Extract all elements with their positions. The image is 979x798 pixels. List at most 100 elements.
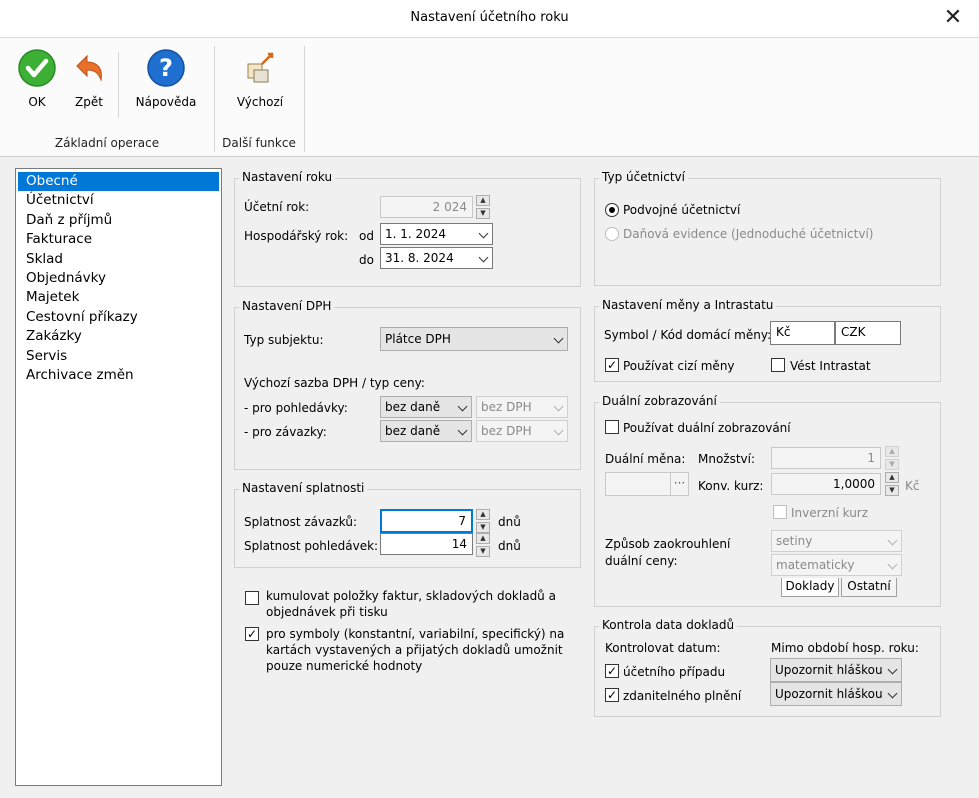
chevron-down-icon: [553, 425, 564, 436]
chevron-down-icon: [478, 252, 489, 263]
accounting-case-action-value: Upozornit hláškou: [775, 663, 883, 677]
numeric-symbols-checkbox[interactable]: ✓: [245, 627, 259, 641]
conversion-rate-label: Konv. kurz:: [698, 479, 764, 493]
cumulate-checkbox[interactable]: [245, 591, 259, 605]
nav-item-servis[interactable]: Servis: [18, 347, 219, 366]
chevron-down-icon: [887, 559, 898, 570]
nav-item-ucetnictvi[interactable]: Účetnictví: [18, 191, 219, 210]
ok-label: OK: [28, 95, 46, 109]
payables-type-value: bez DPH: [481, 424, 532, 438]
receivables-label: - pro pohledávky:: [244, 401, 348, 415]
ok-button[interactable]: OK: [14, 48, 60, 109]
subject-type-select[interactable]: Plátce DPH: [380, 327, 568, 351]
accounting-type-title: Typ účetnictví: [599, 170, 688, 184]
default-label: Výchozí: [236, 95, 284, 109]
date-control-title: Kontrola data dokladů: [599, 618, 738, 632]
conversion-rate-spinner[interactable]: ▲ ▼: [885, 472, 899, 496]
nav-item-obecne[interactable]: Obecné: [18, 172, 219, 191]
inverse-rate-checkbox[interactable]: [773, 505, 787, 519]
group-separator: [304, 46, 305, 152]
chevron-down-icon: [553, 401, 564, 412]
from-label: od: [359, 229, 374, 243]
dual-currency-label: Duální měna:: [605, 452, 686, 466]
foreign-currency-label: Používat cizí měny: [623, 359, 735, 373]
currency-symbol-label: Symbol / Kód domácí měny:: [604, 328, 772, 342]
taxable-supply-checkbox[interactable]: ✓: [605, 688, 619, 702]
payables-rate-select[interactable]: bez daně: [380, 420, 472, 442]
title-bar: Nastavení účetního roku ✕: [0, 0, 979, 38]
back-button[interactable]: Zpět: [66, 48, 112, 109]
nav-item-zakazky[interactable]: Zakázky: [18, 327, 219, 346]
chevron-down-icon: [553, 333, 564, 344]
currency-symbol-input[interactable]: Kč: [770, 321, 835, 345]
double-entry-radio[interactable]: [605, 203, 619, 217]
nav-item-majetek[interactable]: Majetek: [18, 288, 219, 307]
default-button[interactable]: Výchozí: [226, 48, 294, 109]
dual-currency-browse-button[interactable]: ···: [670, 472, 689, 496]
conversion-rate-input[interactable]: 1,0000: [771, 473, 881, 495]
taxable-supply-label: zdanitelného plnění: [623, 689, 742, 703]
close-icon[interactable]: ✕: [938, 4, 968, 34]
to-date-picker[interactable]: 31. 8. 2024: [380, 247, 493, 269]
rounding-method-select[interactable]: matematicky: [771, 554, 902, 576]
accounting-case-checkbox[interactable]: ✓: [605, 664, 619, 678]
receivables-type-select[interactable]: bez DPH: [476, 396, 568, 418]
intrastat-label: Vést Intrastat: [790, 359, 871, 373]
svg-text:?: ?: [159, 54, 173, 82]
help-button[interactable]: ? Nápověda: [128, 48, 204, 109]
quantity-spinner[interactable]: ▲ ▼: [885, 446, 899, 470]
nav-item-cestovni-prikazy[interactable]: Cestovní příkazy: [18, 308, 219, 327]
window-title: Nastavení účetního roku: [410, 10, 569, 25]
check-icon: [18, 49, 56, 87]
payables-label: - pro závazky:: [244, 425, 327, 439]
taxable-supply-action-select[interactable]: Upozornit hláškou: [770, 682, 902, 706]
fiscal-year-label: Účetní rok:: [244, 200, 310, 214]
rounding-select[interactable]: setiny: [771, 530, 902, 552]
fiscal-year-spinner[interactable]: ▲ ▼: [476, 195, 490, 219]
foreign-currency-checkbox[interactable]: ✓: [605, 358, 619, 372]
payables-due-label: Splatnost závazků:: [244, 515, 357, 529]
receivables-type-value: bez DPH: [481, 400, 532, 414]
currency-title: Nastavení měny a Intrastatu: [599, 298, 777, 312]
receivables-rate-select[interactable]: bez daně: [380, 396, 472, 418]
tax-records-label: Daňová evidence (Jednoduché účetnictví): [623, 227, 874, 241]
section-list[interactable]: Obecné Účetnictví Daň z příjmů Fakturace…: [15, 168, 222, 786]
intrastat-checkbox[interactable]: [771, 358, 785, 372]
tab-other[interactable]: Ostatní: [841, 578, 897, 597]
chevron-down-icon: [887, 664, 898, 675]
group-label-other: Další funkce: [222, 136, 296, 150]
nav-item-archivace-zmen[interactable]: Archivace změn: [18, 366, 219, 385]
rounding-label: Způsob zaokrouhlení duální ceny:: [605, 537, 731, 568]
subject-type-label: Typ subjektu:: [244, 333, 324, 347]
dual-display-checkbox[interactable]: [605, 420, 619, 434]
receivables-due-input[interactable]: 14: [380, 533, 473, 555]
currency-code-input[interactable]: CZK: [835, 321, 901, 345]
chevron-down-icon: [457, 401, 468, 412]
payables-type-select[interactable]: bez DPH: [476, 420, 568, 442]
double-entry-label: Podvojné účetnictví: [623, 203, 741, 217]
chevron-down-icon: [887, 688, 898, 699]
nav-item-dan-z-prijmu[interactable]: Daň z příjmů: [18, 211, 219, 230]
nav-item-fakturace[interactable]: Fakturace: [18, 230, 219, 249]
undo-arrow-icon: [76, 54, 102, 82]
help-icon: ?: [147, 49, 185, 87]
accounting-case-action-select[interactable]: Upozornit hláškou: [770, 658, 902, 682]
payables-due-input[interactable]: 7: [380, 509, 473, 533]
dual-currency-input[interactable]: [605, 472, 671, 496]
rounding-method-value: matematicky: [776, 558, 855, 572]
from-date-picker[interactable]: 1. 1. 2024: [380, 223, 493, 245]
conversion-rate-unit: Kč: [905, 479, 920, 493]
dual-display-title: Duální zobrazování: [599, 394, 720, 408]
chevron-down-icon: [457, 425, 468, 436]
nav-item-objednavky[interactable]: Objednávky: [18, 269, 219, 288]
payables-rate-value: bez daně: [385, 424, 441, 438]
receivables-due-spinner[interactable]: ▲ ▼: [476, 533, 490, 557]
fiscal-year-input[interactable]: 2 024: [380, 196, 473, 218]
tab-documents[interactable]: Doklady: [781, 578, 839, 597]
quantity-input[interactable]: 1: [771, 447, 881, 469]
payables-due-spinner[interactable]: ▲ ▼: [476, 509, 490, 533]
receivables-due-unit: dnů: [498, 539, 521, 553]
help-label: Nápověda: [135, 95, 197, 109]
nav-item-sklad[interactable]: Sklad: [18, 250, 219, 269]
tax-records-radio[interactable]: [605, 227, 619, 241]
